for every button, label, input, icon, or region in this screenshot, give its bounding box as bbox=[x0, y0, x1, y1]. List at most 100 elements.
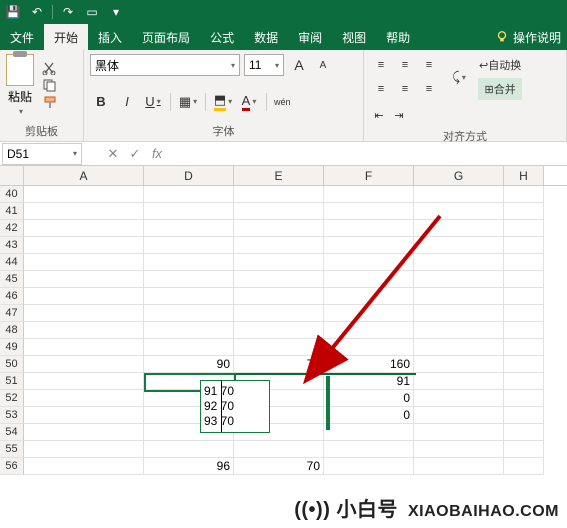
tell-me[interactable]: 操作说明 bbox=[489, 24, 567, 50]
row-header[interactable]: 45 bbox=[0, 271, 24, 288]
cell[interactable]: 96 bbox=[144, 458, 234, 475]
row-header[interactable]: 51 bbox=[0, 373, 24, 390]
cell[interactable] bbox=[324, 305, 414, 322]
align-right-icon[interactable]: ≡ bbox=[418, 78, 440, 100]
cell[interactable] bbox=[414, 186, 504, 203]
cell[interactable] bbox=[144, 186, 234, 203]
col-header[interactable]: A bbox=[24, 166, 144, 185]
wrap-text-button[interactable]: ↩ 自动换 bbox=[478, 54, 522, 76]
tab-help[interactable]: 帮助 bbox=[376, 24, 420, 50]
cell[interactable] bbox=[24, 407, 144, 424]
cell[interactable] bbox=[24, 237, 144, 254]
cell[interactable] bbox=[24, 322, 144, 339]
cell[interactable] bbox=[414, 322, 504, 339]
cell[interactable]: 0 bbox=[324, 407, 414, 424]
cell[interactable] bbox=[504, 390, 544, 407]
cell[interactable] bbox=[324, 237, 414, 254]
align-left-icon[interactable]: ≡ bbox=[370, 78, 392, 100]
cell[interactable] bbox=[504, 441, 544, 458]
align-center-icon[interactable]: ≡ bbox=[394, 78, 416, 100]
cell[interactable]: 70 bbox=[234, 356, 324, 373]
cell[interactable] bbox=[144, 288, 234, 305]
cell[interactable] bbox=[414, 458, 504, 475]
cell[interactable] bbox=[504, 356, 544, 373]
cell[interactable] bbox=[24, 373, 144, 390]
row-header[interactable]: 40 bbox=[0, 186, 24, 203]
paste-icon[interactable] bbox=[6, 54, 34, 86]
cell[interactable] bbox=[24, 288, 144, 305]
cell[interactable] bbox=[324, 186, 414, 203]
cell[interactable] bbox=[324, 424, 414, 441]
cell[interactable] bbox=[324, 322, 414, 339]
col-header[interactable]: E bbox=[234, 166, 324, 185]
cell[interactable] bbox=[234, 441, 324, 458]
cell[interactable] bbox=[324, 288, 414, 305]
select-all-corner[interactable] bbox=[0, 166, 24, 185]
cell[interactable] bbox=[504, 373, 544, 390]
cell[interactable] bbox=[414, 305, 504, 322]
row-header[interactable]: 49 bbox=[0, 339, 24, 356]
row-header[interactable]: 44 bbox=[0, 254, 24, 271]
merge-center-button[interactable]: ⊞ 合并 bbox=[478, 78, 522, 100]
fill-color-button[interactable]: ⬒▾ bbox=[212, 91, 234, 113]
cell[interactable]: 90 bbox=[144, 356, 234, 373]
formula-input[interactable] bbox=[168, 143, 567, 165]
cell[interactable] bbox=[324, 271, 414, 288]
cell[interactable] bbox=[504, 407, 544, 424]
cell[interactable] bbox=[504, 203, 544, 220]
col-header[interactable]: H bbox=[504, 166, 544, 185]
cell[interactable] bbox=[234, 339, 324, 356]
cell[interactable] bbox=[324, 441, 414, 458]
font-color-button[interactable]: A▾ bbox=[238, 91, 260, 113]
underline-button[interactable]: U▾ bbox=[142, 91, 164, 113]
undo-icon[interactable]: ↶ bbox=[28, 3, 46, 21]
cell[interactable] bbox=[324, 339, 414, 356]
cell[interactable] bbox=[504, 237, 544, 254]
row-header[interactable]: 48 bbox=[0, 322, 24, 339]
cancel-icon[interactable]: ✕ bbox=[102, 143, 124, 165]
cell[interactable] bbox=[414, 288, 504, 305]
phonetic-guide-button[interactable]: wén bbox=[273, 91, 292, 113]
cell[interactable] bbox=[504, 305, 544, 322]
cell[interactable] bbox=[24, 203, 144, 220]
format-painter-icon[interactable] bbox=[42, 95, 58, 109]
cell[interactable] bbox=[504, 458, 544, 475]
row-header[interactable]: 42 bbox=[0, 220, 24, 237]
cell[interactable] bbox=[144, 254, 234, 271]
cell[interactable] bbox=[504, 288, 544, 305]
tab-file[interactable]: 文件 bbox=[0, 24, 44, 50]
cell[interactable] bbox=[414, 203, 504, 220]
cell[interactable] bbox=[414, 339, 504, 356]
italic-button[interactable]: I bbox=[116, 91, 138, 113]
col-header[interactable]: G bbox=[414, 166, 504, 185]
cell[interactable]: 0 bbox=[324, 390, 414, 407]
cell[interactable] bbox=[414, 237, 504, 254]
cell[interactable] bbox=[414, 271, 504, 288]
font-name-select[interactable]: 黑体 ▾ bbox=[90, 54, 240, 76]
cell[interactable] bbox=[234, 254, 324, 271]
cell[interactable] bbox=[144, 220, 234, 237]
row-header[interactable]: 53 bbox=[0, 407, 24, 424]
cell[interactable] bbox=[414, 407, 504, 424]
cell[interactable] bbox=[144, 305, 234, 322]
tab-data[interactable]: 数据 bbox=[244, 24, 288, 50]
cell[interactable] bbox=[414, 220, 504, 237]
cell[interactable] bbox=[414, 390, 504, 407]
cell[interactable] bbox=[234, 220, 324, 237]
cell[interactable] bbox=[144, 322, 234, 339]
tab-home[interactable]: 开始 bbox=[44, 24, 88, 50]
cell[interactable] bbox=[504, 220, 544, 237]
row-header[interactable]: 47 bbox=[0, 305, 24, 322]
cell[interactable] bbox=[504, 186, 544, 203]
cell[interactable] bbox=[414, 373, 504, 390]
cell[interactable] bbox=[24, 441, 144, 458]
col-header[interactable]: D bbox=[144, 166, 234, 185]
qat-more-icon[interactable]: ▾ bbox=[107, 3, 125, 21]
cell[interactable] bbox=[234, 271, 324, 288]
tab-view[interactable]: 视图 bbox=[332, 24, 376, 50]
cell[interactable] bbox=[24, 356, 144, 373]
cell[interactable] bbox=[234, 237, 324, 254]
cell[interactable] bbox=[234, 203, 324, 220]
border-button[interactable]: ▦▾ bbox=[177, 91, 199, 113]
cell[interactable] bbox=[504, 339, 544, 356]
